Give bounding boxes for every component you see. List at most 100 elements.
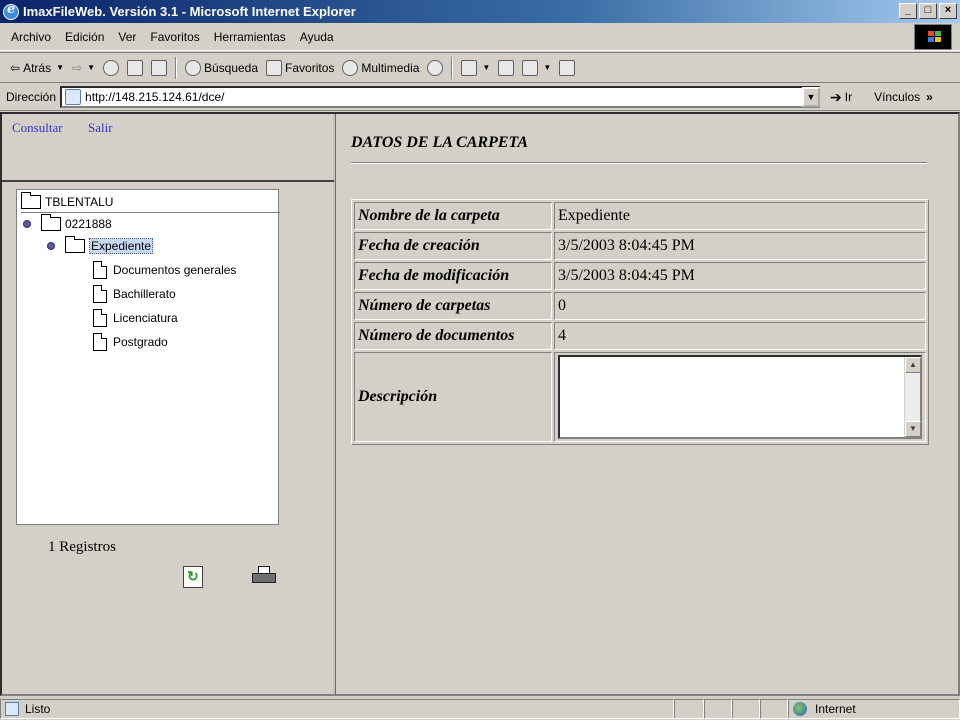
status-bar: Listo Internet [0, 698, 960, 720]
printer-icon [498, 59, 515, 76]
menu-ver[interactable]: Ver [111, 30, 143, 44]
refresh-button[interactable] [123, 56, 147, 80]
maximize-button[interactable]: □ [919, 3, 937, 19]
record-count: 1 Registros [48, 539, 116, 555]
left-frame: Consultar Salir TBLENTALU 0221888 Expedi… [2, 114, 336, 694]
minimize-button[interactable]: _ [899, 3, 917, 19]
back-button[interactable]: ⇦ Atrás ▼ [6, 56, 68, 80]
address-dropdown-button[interactable]: ▼ [802, 87, 821, 107]
scroll-up-icon[interactable]: ▲ [905, 357, 921, 373]
table-row: Número de documentos 4 [354, 322, 926, 350]
address-input[interactable]: http://148.215.124.61/dce/ [60, 86, 821, 108]
menu-ayuda[interactable]: Ayuda [293, 30, 341, 44]
search-icon [184, 59, 201, 76]
dropdown-arrow-icon[interactable]: ▼ [87, 63, 95, 72]
menu-favoritos[interactable]: Favoritos [143, 30, 206, 44]
folder-details-table: Nombre de la carpeta Expediente Fecha de… [351, 199, 929, 445]
row-label: Número de carpetas [354, 292, 552, 320]
refresh-icon [126, 59, 143, 76]
media-button[interactable]: Multimedia [338, 56, 423, 80]
stop-button[interactable] [99, 56, 123, 80]
tree-document-label: Licenciatura [113, 311, 178, 325]
media-icon [342, 59, 359, 76]
go-button[interactable]: ➔ Ir [830, 89, 852, 106]
dropdown-arrow-icon[interactable]: ▼ [482, 63, 490, 72]
document-icon [93, 309, 107, 327]
menu-herramientas[interactable]: Herramientas [207, 30, 293, 44]
row-value: Expediente [554, 202, 926, 230]
menu-archivo[interactable]: Archivo [4, 30, 58, 44]
bullet-icon [23, 220, 31, 228]
description-label: Descripción [354, 352, 552, 442]
tree-record-label: 0221888 [65, 217, 112, 231]
tree-document-label: Bachillerato [113, 287, 176, 301]
address-label: Dirección [6, 90, 57, 104]
status-text: Listo [25, 702, 51, 716]
right-frame: DATOS DE LA CARPETA Nombre de la carpeta… [339, 114, 958, 694]
document-icon [93, 333, 107, 351]
edit-button[interactable]: ▼ [518, 56, 555, 80]
window-title: ImaxFileWeb. Versión 3.1 - Microsoft Int… [23, 4, 356, 19]
page-content: Consultar Salir TBLENTALU 0221888 Expedi… [0, 112, 960, 696]
chevron-right-icon: » [926, 90, 933, 104]
discuss-button[interactable] [555, 56, 579, 80]
ie-icon [3, 2, 19, 20]
tree-folder-expediente[interactable]: Expediente [47, 236, 154, 256]
menu-edicion[interactable]: Edición [58, 30, 111, 44]
tree-document[interactable]: Licenciatura [93, 308, 178, 328]
globe-icon [793, 702, 807, 716]
page-icon [5, 702, 19, 716]
search-button[interactable]: Búsqueda [181, 56, 262, 80]
address-url: http://148.215.124.61/dce/ [85, 90, 225, 104]
scroll-down-icon[interactable]: ▼ [905, 421, 921, 437]
refresh-tree-button[interactable] [183, 566, 203, 588]
word-icon [522, 59, 539, 76]
dropdown-arrow-icon[interactable]: ▼ [56, 63, 64, 72]
title-bar: ImaxFileWeb. Versión 3.1 - Microsoft Int… [0, 0, 960, 23]
favorites-button[interactable]: Favoritos [262, 56, 338, 80]
folder-icon [65, 236, 85, 253]
table-row: Fecha de creación 3/5/2003 8:04:45 PM [354, 232, 926, 260]
media-label: Multimedia [361, 60, 420, 75]
page-icon [65, 89, 82, 105]
print-tree-button[interactable] [252, 566, 278, 586]
folder-icon [41, 214, 61, 231]
salir-link[interactable]: Salir [88, 120, 113, 136]
address-bar: Dirección http://148.215.124.61/dce/ ▼ ➔… [0, 84, 960, 111]
go-label: Ir [844, 90, 853, 104]
tree-root[interactable]: TBLENTALU [21, 192, 280, 213]
forward-button[interactable]: ⇨ ▼ [68, 56, 99, 80]
links-button[interactable]: Vínculos » [874, 90, 933, 104]
consultar-link[interactable]: Consultar [12, 120, 63, 136]
page-title: DATOS DE LA CARPETA [351, 134, 529, 151]
discuss-icon [559, 59, 576, 76]
row-label: Fecha de creación [354, 232, 552, 260]
row-value: 0 [554, 292, 926, 320]
row-label: Número de documentos [354, 322, 552, 350]
mail-button[interactable]: ▼ [457, 56, 494, 80]
document-icon [93, 285, 107, 303]
search-label: Búsqueda [203, 60, 259, 75]
table-row: Fecha de modificación 3/5/2003 8:04:45 P… [354, 262, 926, 290]
folder-tree: TBLENTALU 0221888 Expediente Documentos [16, 189, 280, 525]
scrollbar[interactable]: ▲ ▼ [904, 357, 921, 437]
tree-document-label: Documentos generales [113, 263, 237, 277]
description-textarea[interactable]: ▲ ▼ [558, 355, 922, 439]
tree-document[interactable]: Bachillerato [93, 284, 176, 304]
tree-record[interactable]: 0221888 [23, 214, 112, 234]
go-arrow-icon: ➔ [830, 88, 842, 105]
tree-document[interactable]: Documentos generales [93, 260, 236, 280]
tree-root-label: TBLENTALU [45, 195, 114, 209]
links-label: Vínculos [874, 90, 921, 104]
home-button[interactable] [147, 56, 171, 80]
tree-document[interactable]: Postgrado [93, 332, 168, 352]
favorites-label: Favoritos [285, 60, 335, 75]
tree-folder-label: Expediente [89, 238, 154, 254]
status-text-cell: Listo [0, 699, 674, 719]
history-button[interactable] [423, 56, 447, 80]
toolbar: ⇦ Atrás ▼ ⇨ ▼ Búsqueda Favoritos Multime… [0, 52, 960, 83]
dropdown-arrow-icon[interactable]: ▼ [543, 63, 551, 72]
print-button[interactable] [494, 56, 518, 80]
close-button[interactable]: × [939, 3, 957, 19]
windows-logo [914, 24, 952, 50]
